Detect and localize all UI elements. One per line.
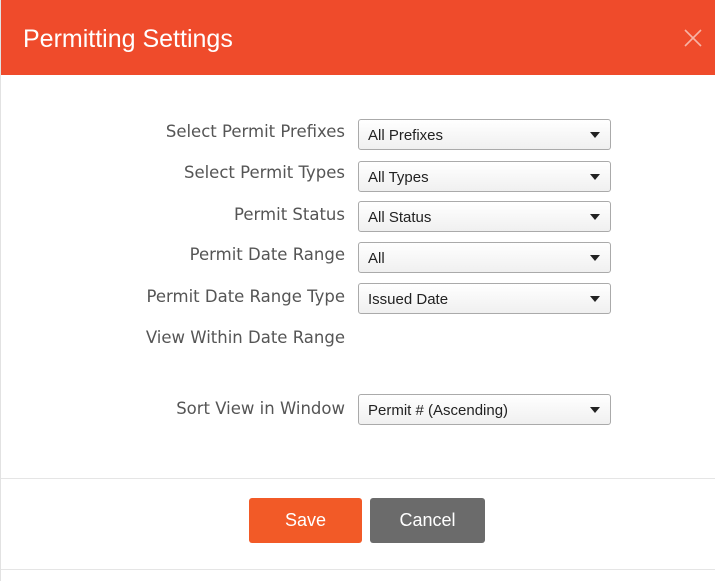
sort-select[interactable]: Permit # (Ascending) [358, 394, 611, 425]
dialog-header: Permitting Settings [1, 0, 715, 75]
footer-divider [1, 478, 715, 479]
chevron-down-icon [590, 214, 600, 220]
dialog-title: Permitting Settings [23, 25, 233, 53]
date-range-type-select[interactable]: Issued Date [358, 283, 611, 314]
status-select-value: All Status [368, 209, 432, 226]
date-range-type-label: Permit Date Range Type [146, 287, 346, 306]
date-range-select-value: All [368, 250, 385, 267]
chevron-down-icon [590, 407, 600, 413]
sort-label: Sort View in Window [176, 399, 345, 418]
prefixes-select[interactable]: All Prefixes [358, 119, 611, 150]
view-within-date-range-label: View Within Date Range [145, 328, 345, 347]
sort-select-value: Permit # (Ascending) [368, 402, 509, 419]
prefixes-label: Select Permit Prefixes [165, 122, 345, 141]
types-label: Select Permit Types [183, 163, 345, 182]
cancel-button[interactable]: Cancel [370, 498, 485, 543]
date-range-select[interactable]: All [358, 242, 611, 273]
bottom-divider [1, 569, 715, 570]
status-select[interactable]: All Status [358, 201, 611, 232]
chevron-down-icon [590, 255, 600, 261]
date-range-label: Permit Date Range [189, 245, 345, 264]
status-label: Permit Status [234, 205, 345, 224]
chevron-down-icon [590, 132, 600, 138]
date-range-type-select-value: Issued Date [368, 291, 449, 308]
permitting-settings-dialog: Permitting Settings Select Permit Prefix… [0, 0, 715, 581]
save-button[interactable]: Save [249, 498, 362, 543]
close-icon [684, 29, 702, 47]
types-select[interactable]: All Types [358, 161, 611, 192]
close-button[interactable] [682, 27, 704, 49]
chevron-down-icon [590, 174, 600, 180]
chevron-down-icon [590, 296, 600, 302]
types-select-value: All Types [368, 169, 429, 186]
prefixes-select-value: All Prefixes [368, 127, 444, 144]
